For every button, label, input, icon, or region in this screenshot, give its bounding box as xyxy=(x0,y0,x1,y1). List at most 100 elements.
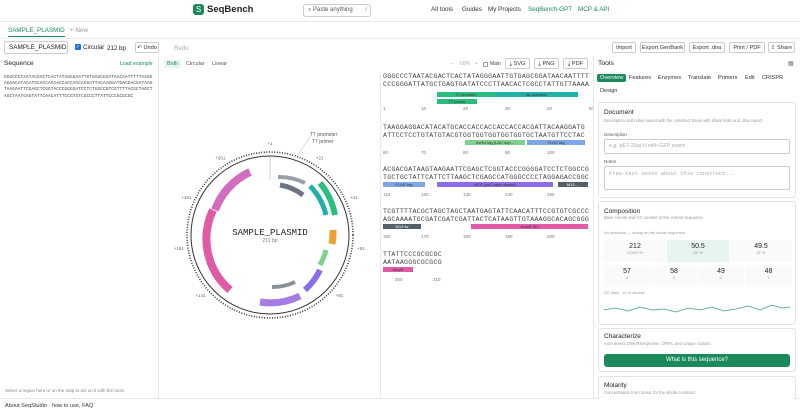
position-tick: 40 xyxy=(547,106,553,111)
nav-all-tools[interactable]: All tools xyxy=(431,6,453,13)
export-genbank-button[interactable]: Export GenBank xyxy=(640,42,685,53)
collapse-panel-icon[interactable]: ▦ xyxy=(788,60,794,67)
share-button[interactable]: ⇪ Share xyxy=(768,42,795,53)
view-mode-linear[interactable]: Linear xyxy=(212,61,227,67)
linear-row-1-forward[interactable]: GGGCCCTAATACGACTCACTATAGGGAATTGTGAGCGGAT… xyxy=(383,73,589,80)
ampr-arc[interactable] xyxy=(202,208,233,294)
linear-row-2-forward[interactable]: TAAGGAGGACATACATGCACCACCACCACCACCACGATTA… xyxy=(383,124,585,131)
document-subtitle: Description and notes saved with the con… xyxy=(604,118,764,123)
map-length: 212 bp xyxy=(262,238,278,244)
callout-line xyxy=(297,136,311,156)
export-png-button[interactable]: ⤓ PNG xyxy=(534,58,559,69)
m13-arc[interactable] xyxy=(271,280,296,290)
what-is-this-button[interactable]: What is this sequence? xyxy=(604,354,790,367)
load-example-link[interactable]: Load example xyxy=(120,61,153,67)
tab-crispr[interactable]: CRISPR xyxy=(762,75,783,81)
linear-row-1-reverse: CCCGGGATTATGCTGAGTGATATCCCTTAACACTCGCCTA… xyxy=(383,81,590,88)
position-tick: 160 xyxy=(383,234,391,239)
tools-divider xyxy=(593,56,594,398)
app-name[interactable]: SeqBench xyxy=(207,4,253,15)
export-dna-button[interactable]: Export .dna xyxy=(689,42,725,53)
feature-ampr-4[interactable]: AmpR (5') xyxy=(471,224,588,229)
zoom-in-button[interactable]: + xyxy=(475,61,478,67)
tab-overview[interactable]: Overview xyxy=(597,74,627,82)
his-arc[interactable] xyxy=(317,249,329,267)
tab-features[interactable]: Features xyxy=(629,75,651,81)
tab-primers[interactable]: Primers xyxy=(718,75,737,81)
grey-arc[interactable] xyxy=(277,174,306,185)
zoom-level: 60% xyxy=(460,61,471,67)
feature-mcs-3[interactable]: MCS (poC-style cluster) xyxy=(437,182,553,187)
feature-flag-3[interactable]: FLAG tag xyxy=(383,182,425,187)
feature-ampr-5[interactable]: AmpR xyxy=(383,267,413,272)
import-button[interactable]: Import xyxy=(612,42,636,53)
sequence-name-input[interactable]: SAMPLE_PLASMID xyxy=(4,41,68,54)
nav-guides[interactable]: Guides xyxy=(462,6,482,13)
feature-promoter-1[interactable]: T7 primer xyxy=(437,99,477,104)
tab-sample-plasmid[interactable]: SAMPLE_PLASMID xyxy=(8,27,65,37)
sequence-editor[interactable]: GGGCCCTAATACGACTCACTATAGGGAATTGTGAGCGGAT… xyxy=(4,75,154,100)
orange-arc[interactable] xyxy=(328,229,337,245)
about-link[interactable]: About SeqStudio · how to use, FAQ xyxy=(5,403,93,409)
map-name: SAMPLE_PLASMID xyxy=(232,228,308,238)
feature-operator-1[interactable]: lac operator xyxy=(495,92,578,97)
nav-seqbench-gpt[interactable]: SeqBench-GPT xyxy=(528,6,572,13)
zoom-out-button[interactable]: − xyxy=(450,61,453,67)
flag-arc[interactable] xyxy=(259,292,302,307)
feature-m13-4[interactable]: M13 fw xyxy=(383,224,421,229)
characterize-subtitle: Auto-detect DNA/RNA/protein, ORFs, and u… xyxy=(604,341,712,346)
stat-c: 58 C xyxy=(651,265,697,287)
ring-tick-label: +41 xyxy=(350,195,358,200)
view-mode-circular[interactable]: Circular xyxy=(186,61,205,67)
tools-title: Tools xyxy=(598,60,614,67)
view-mode-both[interactable]: Both xyxy=(164,60,182,68)
app-logo-icon[interactable]: S xyxy=(193,4,204,15)
notes-input[interactable]: Free-text notes about this construct... xyxy=(604,166,790,190)
tab-design[interactable]: Design xyxy=(600,88,617,94)
sequence-title: Sequence xyxy=(4,60,34,67)
position-tick: 140 xyxy=(505,192,513,197)
search-shortcut: / xyxy=(365,7,367,13)
molarity-title: Molarity xyxy=(604,382,627,389)
tab-edit[interactable]: Edit xyxy=(745,75,755,81)
linear-row-4-forward[interactable]: TCGTTTTACGCTAGCTAGCTAATGAGTATTCAACATTTCC… xyxy=(383,208,589,215)
redo-button[interactable]: Redo xyxy=(174,45,189,52)
feature-promoter-1[interactable]: T7 promoter xyxy=(437,92,495,97)
circular-map[interactable]: T7 promoter T7 primer SAMPLE_PLASMID 212… xyxy=(160,120,380,320)
document-title: Document xyxy=(604,109,634,116)
feature-m13-3[interactable]: M13 ... xyxy=(558,182,588,187)
position-tick: 210 xyxy=(433,277,441,282)
export-svg-button[interactable]: ⤓ SVG xyxy=(505,58,530,69)
toolbar: SAMPLE_PLASMID ✓ Circular 212 bp ↶ Undo … xyxy=(0,40,800,55)
feature-flag-2[interactable]: FLAG tag xyxy=(527,140,585,145)
m13-arc-2[interactable] xyxy=(279,182,305,198)
search-placeholder: Paste anything xyxy=(313,7,353,13)
molarity-subtitle: Concentration from mass, for the whole c… xyxy=(604,390,697,395)
mcs-arc[interactable] xyxy=(302,268,323,293)
description-input[interactable]: e.g. pET-28a(+) with GFP insert xyxy=(604,139,790,154)
ring-tick-label: +61 xyxy=(357,246,365,251)
ring-tick-label: +141 xyxy=(195,293,206,298)
position-tick: 100 xyxy=(547,150,555,155)
callout-t7-promoter: T7 promoter xyxy=(310,132,338,138)
feature-his-2[interactable]: 6xHis tag (LAC sup... xyxy=(465,140,525,145)
circular-checkbox[interactable]: ✓ xyxy=(75,44,81,50)
selection-note: No selection — acting on the whole seque… xyxy=(604,230,687,235)
new-tab-button[interactable]: + New xyxy=(70,27,88,34)
nav-mcp-api[interactable]: MCP & API xyxy=(578,6,609,13)
nav-my-projects[interactable]: My Projects xyxy=(488,6,521,13)
main-checkbox[interactable] xyxy=(483,62,488,67)
ampr-arc-2[interactable] xyxy=(211,168,252,212)
selection-hint: Select a region here or on the map to ac… xyxy=(5,388,126,393)
undo-button[interactable]: ↶ Undo xyxy=(135,42,159,53)
linear-row-5-forward[interactable]: TTATTCCCGCGCGC xyxy=(383,251,442,258)
print-button[interactable]: Print / PDF xyxy=(729,42,765,53)
tab-enzymes[interactable]: Enzymes xyxy=(658,75,681,81)
export-pdf-button[interactable]: ⤓ PDF xyxy=(563,58,588,69)
search-input[interactable]: ⌕ Paste anything / xyxy=(303,4,371,17)
tab-translate[interactable]: Translate xyxy=(688,75,711,81)
length-label: 212 bp xyxy=(107,45,126,52)
circular-label: Circular xyxy=(83,44,105,51)
top-bar: S SeqBench ⌕ Paste anything / All tools … xyxy=(0,0,800,22)
linear-row-3-forward[interactable]: ACGACGATAAGTAAGAATTCGAGCTCGGTACCCGGGGATC… xyxy=(383,166,589,173)
